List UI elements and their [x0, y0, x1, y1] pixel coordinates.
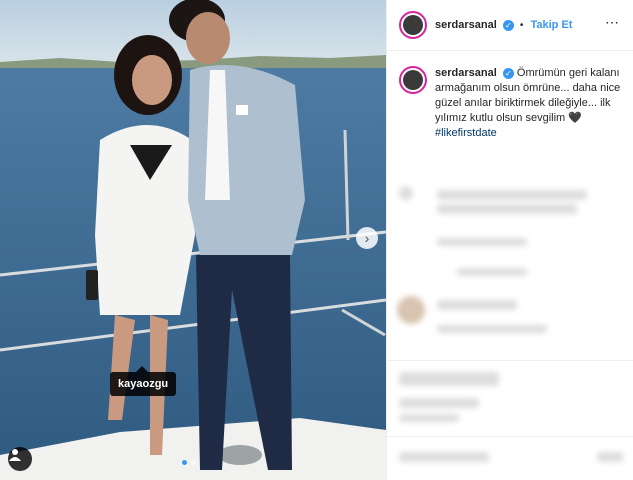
user-tag-icon	[9, 449, 21, 461]
tagged-username: kayaozgu	[118, 378, 169, 390]
chevron-right-icon: ›	[364, 230, 370, 246]
verified-badge-icon: ✓	[502, 19, 514, 31]
blurred-comment	[437, 190, 587, 200]
caption-text-block: serdarsanal ✓ Ömrümün geri kalanı armağa…	[435, 66, 625, 141]
caption-block: serdarsanal ✓ Ömrümün geri kalanı armağa…	[399, 66, 627, 141]
carousel-dot	[182, 460, 187, 465]
carousel-dot	[191, 460, 196, 465]
blurred-avatar	[399, 186, 413, 200]
blurred-post-button	[597, 452, 623, 462]
user-tag[interactable]: kayaozgu	[110, 366, 177, 396]
follow-button[interactable]: Takip Et	[530, 19, 572, 31]
post-photo[interactable]: kayaozgu ›	[0, 0, 386, 480]
post-side-panel: serdarsanal ✓ • Takip Et ⋯ serdarsanal ✓…	[386, 0, 633, 480]
carousel-indicator	[182, 460, 196, 465]
photo-illustration	[0, 0, 386, 480]
blurred-avatar	[397, 296, 425, 324]
caption-avatar[interactable]	[399, 66, 427, 94]
blurred-comment	[437, 204, 577, 214]
avatar[interactable]	[399, 11, 427, 39]
more-options-icon[interactable]: ⋯	[605, 14, 620, 31]
post-header: serdarsanal ✓ • Takip Et ⋯	[387, 0, 633, 51]
verified-badge-icon: ✓	[502, 67, 514, 79]
next-photo-button[interactable]: ›	[356, 227, 378, 249]
divider	[387, 436, 633, 437]
header-username[interactable]: serdarsanal	[435, 19, 497, 31]
blurred-meta	[437, 325, 547, 333]
hashtag-link[interactable]: #likefirstdate	[435, 127, 497, 139]
blurred-likes	[399, 398, 479, 408]
blurred-comment	[437, 300, 517, 310]
blurred-meta	[437, 238, 527, 246]
blurred-actions	[399, 372, 499, 386]
tagged-users-button[interactable]	[8, 447, 32, 471]
blurred-date	[399, 414, 459, 422]
follow-separator: •	[519, 20, 524, 31]
blurred-comment-input	[399, 452, 489, 462]
caption-username[interactable]: serdarsanal	[435, 67, 497, 79]
blurred-meta	[457, 268, 527, 276]
divider	[387, 360, 633, 361]
